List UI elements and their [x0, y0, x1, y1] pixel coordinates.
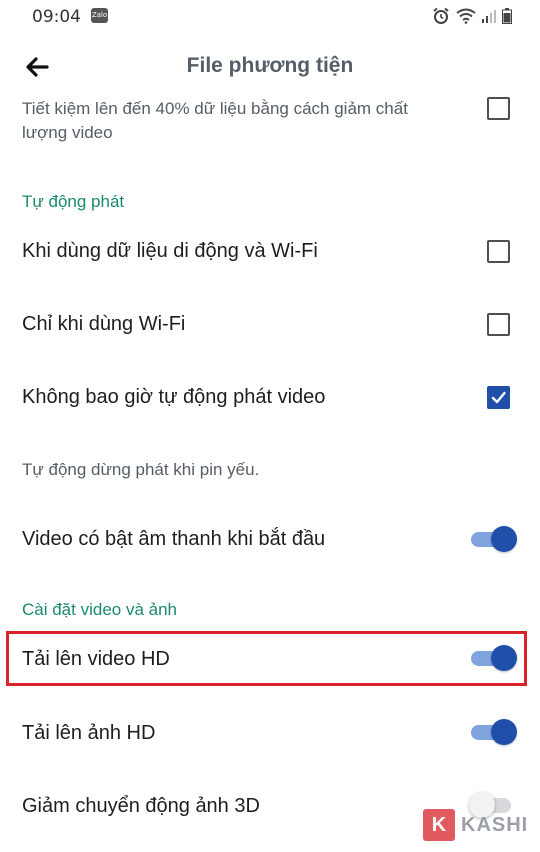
page-title: File phương tiện: [186, 54, 354, 77]
status-bar: 09:04 Zalo: [0, 0, 540, 34]
section-header-autoplay: Tự động phát: [22, 192, 125, 211]
status-icons: [432, 6, 512, 26]
battery-icon: [502, 8, 512, 24]
kashi-logo: K: [423, 809, 455, 841]
highlight-annotation: [6, 631, 527, 686]
data-saver-checkbox[interactable]: [487, 97, 510, 120]
never-autoplay-checkbox[interactable]: [487, 386, 510, 409]
video-sound-label: Video có bật âm thanh khi bắt đầu: [22, 528, 326, 550]
low-battery-note: Tự động dừng phát khi pin yếu.: [22, 460, 260, 479]
kashi-watermark: K KASHI: [423, 808, 528, 842]
data-saver-description: Tiết kiệm lên đến 40% dữ liệu bằng cách …: [22, 99, 408, 142]
upload-hd-photo-label: Tải lên ảnh HD: [22, 722, 156, 744]
toggle-knob: [491, 719, 517, 745]
reduce-3d-motion-label: Giảm chuyển động ảnh 3D: [22, 795, 260, 817]
toggle-knob: [491, 526, 517, 552]
upload-hd-photo-toggle[interactable]: [469, 717, 517, 747]
video-sound-toggle[interactable]: [469, 524, 517, 554]
kashi-text: KASHI: [461, 813, 529, 836]
autoplay-mobile-wifi-label: Khi dùng dữ liệu di động và Wi-Fi: [22, 240, 318, 262]
autoplay-wifi-only-label: Chỉ khi dùng Wi-Fi: [22, 313, 186, 335]
checkmark-icon: [491, 391, 506, 404]
signal-icon: [482, 10, 496, 23]
autoplay-wifi-only-checkbox[interactable]: [487, 313, 510, 336]
app-bar: File phương tiện: [0, 34, 540, 100]
never-autoplay-label: Không bao giờ tự động phát video: [22, 386, 326, 408]
wifi-icon: [456, 8, 476, 24]
status-time: 09:04: [32, 7, 81, 27]
section-header-video-photo: Cài đặt video và ảnh: [22, 600, 177, 619]
autoplay-mobile-wifi-checkbox[interactable]: [487, 240, 510, 263]
zalo-notification-icon: Zalo: [91, 8, 108, 23]
alarm-icon: [433, 7, 449, 24]
